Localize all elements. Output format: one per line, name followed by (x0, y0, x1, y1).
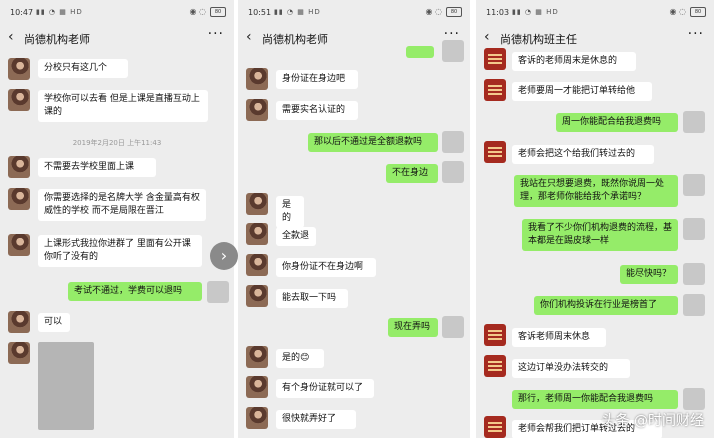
status-time: 10:47 (10, 8, 34, 17)
signal-icon: ▮▮ ◔ ▦ HD (36, 8, 83, 16)
avatar[interactable] (246, 376, 268, 398)
avatar[interactable] (8, 342, 30, 364)
message-in: 你身份证不在身边啊 (276, 258, 376, 277)
org-avatar[interactable] (484, 324, 506, 346)
avatar[interactable] (246, 223, 268, 245)
more-icon[interactable]: ··· (688, 26, 704, 42)
message-out: 那以后不通过是全额退款吗 (308, 133, 438, 152)
message-in: 是的😊 (276, 349, 324, 368)
message-out: 不在身边 (386, 164, 438, 183)
message-out: 我看了不少你们机构退费的流程，基本都是在踢皮球一样 (522, 219, 678, 251)
avatar[interactable] (246, 193, 268, 215)
message-in: 可以 (38, 313, 70, 332)
signal-icon: ▮▮ ◔ ▦ HD (512, 8, 559, 16)
chat-screen-1: 10:47 ▮▮ ◔ ▦ HD ◉ ◌ 80 ‹ 尚德机构老师 ··· 分校只有… (0, 0, 234, 438)
message-in: 是的 (276, 196, 304, 228)
back-icon[interactable]: ‹ (246, 29, 252, 45)
self-avatar[interactable] (442, 40, 464, 62)
timestamp: 2019年2月20日 上午11:43 (72, 139, 162, 147)
avatar[interactable] (246, 407, 268, 429)
back-icon[interactable]: ‹ (484, 29, 490, 45)
chat-header: ‹ 尚德机构老师 ··· (238, 22, 470, 52)
wifi-icon: ◉ ◌ (669, 7, 686, 16)
message-in: 你需要选择的是名牌大学 含金量高有权威性的学校 而不是局限在晋江 (38, 189, 206, 221)
message-in: 老师要周一才能把订单转给他 (512, 82, 652, 101)
avatar[interactable] (8, 311, 30, 333)
message-out-partial (406, 46, 434, 58)
chevron-right-icon[interactable]: › (210, 242, 238, 270)
message-out: 考试不通过，学费可以退吗 (68, 282, 202, 301)
org-avatar[interactable] (484, 141, 506, 163)
message-in: 这边订单没办法转交的 (512, 359, 630, 378)
more-icon[interactable]: ··· (208, 26, 224, 42)
message-out: 周一你能配合给我退费吗 (556, 113, 678, 132)
message-in: 需要实名认证的 (276, 101, 358, 120)
org-avatar[interactable] (484, 48, 506, 70)
avatar[interactable] (8, 156, 30, 178)
status-time: 10:51 (248, 8, 272, 17)
avatar[interactable] (246, 99, 268, 121)
chat-header: ‹ 尚德机构老师 ··· (0, 22, 234, 52)
message-out: 现在弄吗 (388, 318, 438, 337)
message-in: 客诉的老师周末是休息的 (512, 52, 636, 71)
avatar[interactable] (246, 68, 268, 90)
self-avatar[interactable] (683, 388, 705, 410)
message-in: 身份证在身边吧 (276, 70, 358, 89)
wifi-icon: ◉ ◌ (425, 7, 442, 16)
message-in: 很快就弄好了 (276, 410, 356, 429)
status-bar: 11:03 ▮▮ ◔ ▦ HD ◉ ◌ 80 (476, 0, 714, 22)
back-icon[interactable]: ‹ (8, 29, 14, 45)
battery-icon: 80 (446, 7, 462, 17)
self-avatar[interactable] (683, 174, 705, 196)
self-avatar[interactable] (683, 111, 705, 133)
chat-header: ‹ 尚德机构班主任 ··· (476, 22, 714, 52)
battery-icon: 80 (690, 7, 706, 17)
wifi-icon: ◉ ◌ (189, 7, 206, 16)
avatar[interactable] (8, 188, 30, 210)
chat-title: 尚德机构班主任 (500, 33, 577, 46)
message-in: 学校你可以去看 但是上课是直播互动上课的 (38, 90, 208, 122)
message-in: 分校只有这几个 (38, 59, 128, 78)
message-in: 老师会把这个给我们转过去的 (512, 145, 654, 164)
message-in: 有个身份证就可以了 (276, 379, 374, 398)
org-avatar[interactable] (484, 416, 506, 438)
status-time: 11:03 (486, 8, 510, 17)
self-avatar[interactable] (442, 161, 464, 183)
message-out: 能尽快吗？ (620, 265, 678, 284)
avatar[interactable] (8, 89, 30, 111)
org-avatar[interactable] (484, 355, 506, 377)
message-in: 全款退 (276, 227, 316, 246)
status-bar: 10:51 ▮▮ ◔ ▦ HD ◉ ◌ 80 (238, 0, 470, 22)
avatar[interactable] (8, 234, 30, 256)
avatar[interactable] (8, 58, 30, 80)
chat-title: 尚德机构老师 (262, 33, 328, 46)
signal-icon: ▮▮ ◔ ▦ HD (274, 8, 321, 16)
message-out: 我站在只想要退费，既然你说周一处理，那老师你能给我个承诺吗？ (514, 175, 678, 207)
message-out: 那行，老师周一你能配合我退费吗 (512, 390, 678, 409)
self-avatar[interactable] (683, 263, 705, 285)
org-avatar[interactable] (484, 79, 506, 101)
image-message[interactable] (38, 342, 94, 430)
chat-screen-3: 11:03 ▮▮ ◔ ▦ HD ◉ ◌ 80 ‹ 尚德机构班主任 ··· 客诉的… (476, 0, 714, 438)
message-in: 客诉老师周末休息 (512, 328, 606, 347)
message-in: 上课形式我拉你进群了 里面有公开课 你听了没有的 (38, 235, 202, 267)
self-avatar[interactable] (442, 316, 464, 338)
watermark: 头条 @时间财经 (601, 413, 704, 429)
self-avatar[interactable] (442, 131, 464, 153)
message-in: 能去取一下吗 (276, 289, 348, 308)
self-avatar[interactable] (683, 218, 705, 240)
avatar[interactable] (246, 254, 268, 276)
avatar[interactable] (246, 346, 268, 368)
chat-screen-2: 10:51 ▮▮ ◔ ▦ HD ◉ ◌ 80 ‹ 尚德机构老师 ··· 身份证在… (238, 0, 470, 438)
chat-title: 尚德机构老师 (24, 33, 90, 46)
message-in: 不需要去学校里面上课 (38, 158, 156, 177)
avatar[interactable] (246, 285, 268, 307)
self-avatar[interactable] (683, 294, 705, 316)
battery-icon: 80 (210, 7, 226, 17)
self-avatar[interactable] (207, 281, 229, 303)
message-out: 你们机构投诉在行业是榜首了 (534, 296, 678, 315)
status-bar: 10:47 ▮▮ ◔ ▦ HD ◉ ◌ 80 (0, 0, 234, 22)
